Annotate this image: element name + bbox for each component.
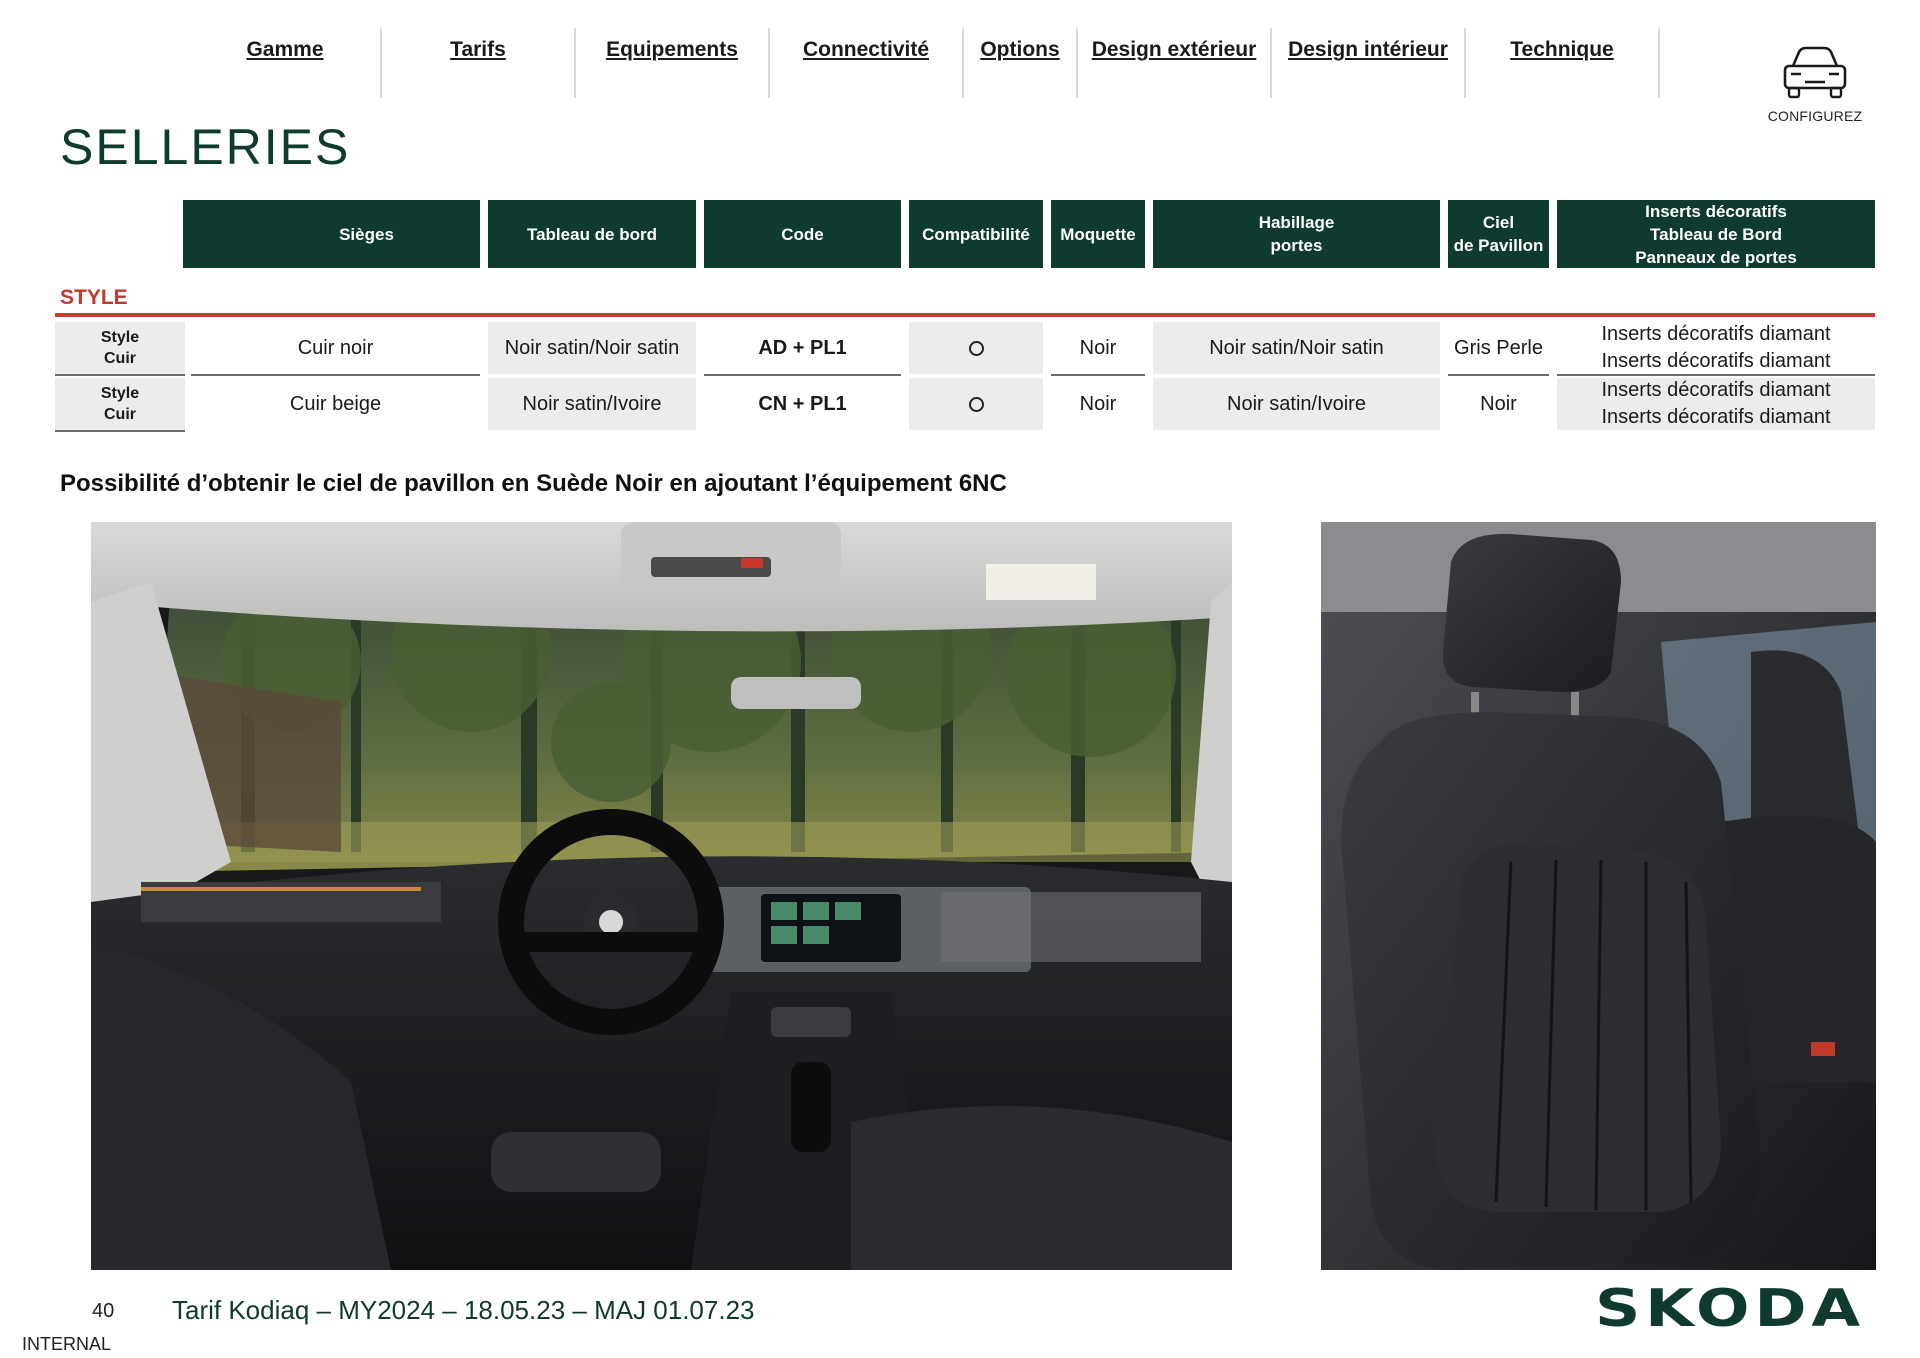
cell-habillage-portes: Noir satin/Noir satin bbox=[1153, 322, 1440, 376]
interior-dashboard-photo bbox=[91, 522, 1232, 1270]
top-navigation: Gamme Tarifs Equipements Connectivité Op… bbox=[190, 28, 1660, 98]
configure-button[interactable]: CONFIGUREZ bbox=[1760, 44, 1870, 124]
nav-link-tarifs[interactable]: Tarifs bbox=[382, 28, 574, 98]
cell-code: CN + PL1 bbox=[758, 392, 847, 415]
nav-link-options[interactable]: Options bbox=[964, 28, 1076, 98]
classification-label: INTERNAL bbox=[22, 1334, 112, 1354]
leather-seat-photo bbox=[1321, 522, 1876, 1270]
cell-sieges: Cuir noir bbox=[191, 322, 480, 376]
row-label: Style Cuir bbox=[55, 322, 185, 376]
nav-link-equipements[interactable]: Equipements bbox=[576, 28, 768, 98]
document-footer-title: Tarif Kodiaq – MY2024 – 18.05.23 – MAJ 0… bbox=[172, 1295, 755, 1325]
nav-link-connectivite[interactable]: Connectivité bbox=[770, 28, 962, 98]
availability-circle-icon bbox=[968, 340, 984, 356]
nav-divider bbox=[1658, 28, 1660, 98]
cell-tableau-de-bord: Noir satin/Noir satin bbox=[488, 322, 696, 376]
cell-ciel-de-pavillon: Gris Perle bbox=[1448, 322, 1549, 376]
nav-link-design-interieur[interactable]: Design intérieur bbox=[1272, 28, 1464, 98]
nav-link-gamme[interactable]: Gamme bbox=[190, 28, 380, 98]
cell-sieges: Cuir beige bbox=[289, 392, 382, 415]
nav-link-design-exterieur[interactable]: Design extérieur bbox=[1078, 28, 1270, 98]
column-header-compatibilite: Compatibilité bbox=[909, 200, 1043, 268]
column-header-ciel-de-pavillon: Ciel de Pavillon bbox=[1448, 200, 1549, 268]
cell-inserts-decoratifs: Inserts décoratifs diamant Inserts décora… bbox=[1557, 378, 1875, 432]
row-label: Style Cuir bbox=[55, 378, 185, 432]
cell-habillage-portes: Noir satin/Ivoire bbox=[1153, 378, 1440, 432]
nav-link-technique[interactable]: Technique bbox=[1466, 28, 1658, 98]
cell-moquette: Noir bbox=[1079, 392, 1117, 415]
svg-text:SKODA: SKODA bbox=[1595, 1282, 1865, 1332]
column-header-tableau-de-bord: Tableau de bord bbox=[488, 200, 696, 268]
column-header-inserts-decoratifs: Inserts décoratifs Tableau de Bord Panneau… bbox=[1557, 200, 1875, 268]
section-divider bbox=[55, 313, 1875, 317]
cell-compatibilite bbox=[909, 378, 1043, 432]
page-title: SELLERIES bbox=[60, 119, 351, 175]
availability-circle-icon bbox=[968, 396, 984, 412]
section-title-style: STYLE bbox=[60, 286, 128, 309]
headliner-option-note: Possibilité d’obtenir le ciel de pavillo… bbox=[60, 470, 1007, 497]
cell-compatibilite bbox=[909, 322, 1043, 376]
cell-ciel-de-pavillon: Noir bbox=[1480, 392, 1517, 415]
cell-tableau-de-bord: Noir satin/Ivoire bbox=[488, 378, 696, 432]
column-header-habillage-portes: Habillage portes bbox=[1153, 200, 1440, 268]
cell-code: AD + PL1 bbox=[704, 322, 901, 376]
configure-label: CONFIGUREZ bbox=[1767, 108, 1863, 124]
column-header-sieges: Sièges bbox=[183, 200, 480, 268]
skoda-logo: SKODA bbox=[1595, 1282, 1865, 1332]
column-header-code: Code bbox=[704, 200, 901, 268]
page-number: 40 bbox=[92, 1300, 115, 1322]
column-header-moquette: Moquette bbox=[1051, 200, 1145, 268]
car-front-icon bbox=[1783, 46, 1847, 99]
cell-moquette: Noir bbox=[1051, 322, 1145, 376]
cell-inserts-decoratifs: Inserts décoratifs diamant Inserts décora… bbox=[1557, 322, 1875, 376]
